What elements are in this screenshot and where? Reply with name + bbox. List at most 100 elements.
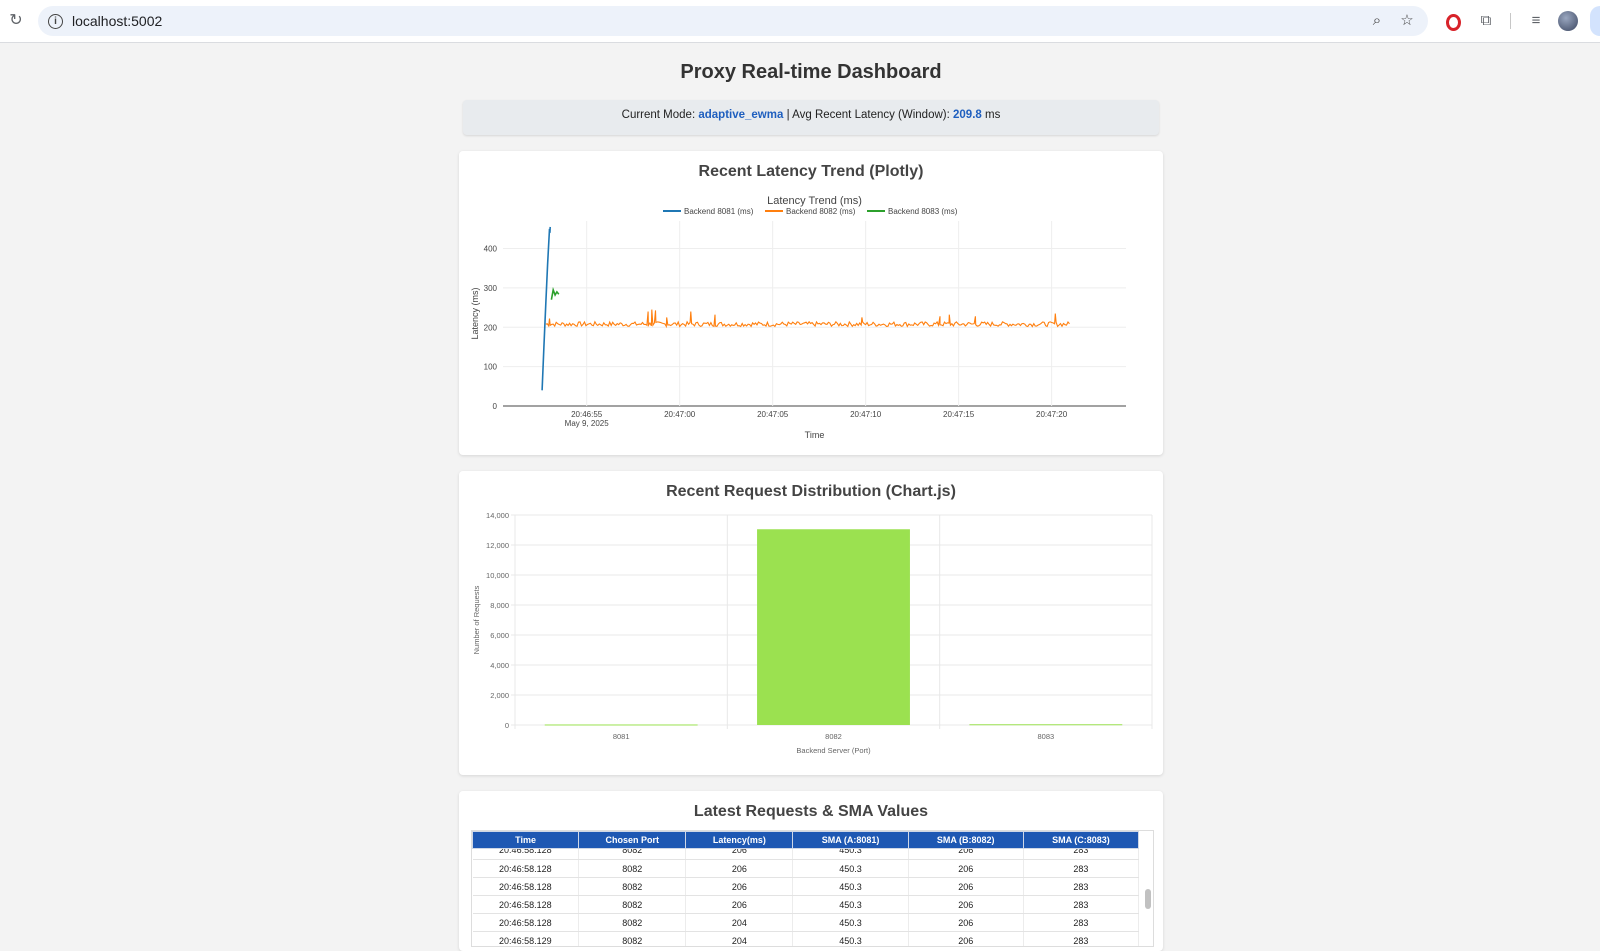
cell-sma-b: 206 [908, 931, 1024, 946]
mode-label: Current Mode: [621, 109, 696, 121]
cell-time: 20:46:58.128 [472, 913, 580, 932]
browser-toolbar: ↻ i localhost:5002 ⌕ ☆ ⧉ ≡ [0, 0, 1600, 43]
cell-sma-a: 450.3 [792, 848, 909, 860]
series-line-8081 [541, 226, 551, 391]
table-row: 20:46:58.128 8082 206 450.3 206 283 [472, 895, 1140, 914]
y-tick-label: 0 [505, 721, 509, 730]
x-tick-label: 20:47:20 [1036, 410, 1068, 419]
mode-value: adaptive_ewma [698, 109, 784, 121]
bar-8082 [757, 529, 910, 725]
url-text[interactable]: localhost:5002 [72, 13, 162, 29]
y-tick-label: 0 [493, 402, 498, 411]
x-tick-label: 20:47:10 [850, 410, 882, 419]
x-tick-label: 8081 [613, 732, 630, 741]
avg-latency-unit: ms [985, 109, 1001, 121]
cell-latency: 206 [685, 848, 794, 860]
legend-label: Backend 8082 (ms) [786, 207, 856, 216]
cell-latency: 206 [685, 895, 794, 914]
y-axis-title: Number of Requests [472, 585, 481, 654]
cell-sma-c: 283 [1023, 848, 1140, 860]
x-axis-title: Time [805, 430, 825, 440]
chart-title: Latency Trend (ms) [767, 195, 862, 207]
cell-sma-a: 450.3 [792, 913, 909, 932]
cell-sma-c: 283 [1023, 895, 1140, 914]
bar-8081 [544, 724, 698, 726]
x-tick-label: 20:47:00 [664, 410, 696, 419]
avg-latency-value: 209.8 [953, 109, 982, 121]
table-row: 20:46:58.128 8082 204 450.3 206 283 [472, 913, 1140, 932]
x-tick-label: 20:46:55 [571, 410, 603, 419]
requests-table: Time Chosen Port Latency(ms) SMA (A:8081… [472, 831, 1140, 946]
cell-sma-b: 206 [908, 859, 1024, 878]
requests-table-scroll[interactable]: Time Chosen Port Latency(ms) SMA (A:8081… [471, 830, 1154, 947]
cell-latency: 204 [685, 931, 794, 946]
cell-time: 20:46:58.128 [472, 848, 580, 860]
cell-sma-b: 206 [908, 895, 1024, 914]
cell-port: 8082 [578, 931, 687, 946]
cell-sma-c: 283 [1023, 877, 1140, 896]
cell-port: 8082 [578, 877, 687, 896]
col-time: Time [472, 831, 580, 849]
status-separator: | [786, 109, 790, 121]
legend-label: Backend 8081 (ms) [684, 207, 754, 216]
cell-sma-c: 283 [1023, 931, 1140, 946]
bar-8083 [969, 724, 1123, 726]
site-info-icon[interactable]: i [48, 14, 63, 29]
x-axis-title: Backend Server (Port) [796, 746, 871, 755]
cell-sma-c: 283 [1023, 859, 1140, 878]
table-card-heading: Latest Requests & SMA Values [693, 803, 929, 820]
distribution-chart[interactable]: 0 2,000 4,000 6,000 8,000 10,000 12,000 14,000 8… [459, 471, 1163, 775]
avg-latency-label: Avg Recent Latency (Window): [792, 109, 950, 121]
reload-icon[interactable]: ↻ [6, 11, 26, 31]
y-tick-label: 200 [484, 323, 498, 332]
cell-sma-c: 283 [1023, 913, 1140, 932]
x-tick-date-label: May 9, 2025 [565, 419, 610, 428]
y-tick-label: 4,000 [490, 661, 509, 670]
cell-port: 8082 [578, 913, 687, 932]
cell-sma-a: 450.3 [792, 931, 909, 946]
y-tick-label: 2,000 [490, 691, 509, 700]
y-tick-label: 400 [484, 245, 498, 254]
table-row: 20:46:58.128 8082 206 450.3 206 283 [472, 848, 1140, 860]
zoom-icon[interactable]: ⌕ [1368, 12, 1386, 30]
x-tick-label: 8083 [1037, 732, 1054, 741]
request-distribution-card: Recent Request Distribution (Chart.js) 0… [459, 471, 1163, 775]
cell-time: 20:46:58.129 [472, 931, 580, 946]
status-bar: Current Mode: adaptive_ewma | Avg Recent… [463, 100, 1159, 135]
cell-time: 20:46:58.128 [472, 895, 580, 914]
cell-port: 8082 [578, 859, 687, 878]
bookmark-star-icon[interactable]: ☆ [1398, 12, 1416, 30]
series-line-8082 [545, 309, 1070, 329]
table-row: 20:46:58.128 8082 206 450.3 206 283 [472, 877, 1140, 896]
cell-sma-a: 450.3 [792, 859, 909, 878]
cell-time: 20:46:58.128 [472, 859, 580, 878]
cell-sma-b: 206 [908, 913, 1024, 932]
x-tick-label: 20:47:05 [757, 410, 789, 419]
y-tick-label: 8,000 [490, 601, 509, 610]
table-scrollbar-thumb[interactable] [1145, 889, 1151, 909]
address-bar[interactable]: i localhost:5002 ⌕ ☆ [38, 6, 1428, 36]
cell-sma-a: 450.3 [792, 877, 909, 896]
latency-chart[interactable]: 0 100 200 300 400 20:46:55May 9, 2025 20:47:00… [459, 151, 1163, 455]
cell-latency: 206 [685, 859, 794, 878]
table-row: 20:46:58.129 8082 204 450.3 206 283 [472, 931, 1140, 946]
cell-sma-b: 206 [908, 848, 1024, 860]
x-tick-label: 8082 [825, 732, 842, 741]
extensions-puzzle-icon[interactable]: ⧉ [1476, 11, 1496, 31]
opera-extension-icon[interactable] [1446, 14, 1461, 31]
y-tick-label: 300 [484, 284, 498, 293]
y-tick-label: 6,000 [490, 631, 509, 640]
latency-trend-card: Recent Latency Trend (Plotly) 0 100 200 300… [459, 151, 1163, 455]
media-queue-icon[interactable]: ≡ [1526, 11, 1546, 31]
col-sma-a: SMA (A:8081) [792, 831, 909, 849]
cell-latency: 204 [685, 913, 794, 932]
table-header-row: Time Chosen Port Latency(ms) SMA (A:8081… [472, 831, 1140, 849]
side-panel-button[interactable] [1590, 6, 1600, 36]
toolbar-divider [1510, 13, 1511, 29]
cell-latency: 206 [685, 877, 794, 896]
profile-avatar[interactable] [1558, 11, 1578, 31]
y-tick-label: 12,000 [486, 541, 509, 550]
legend-label: Backend 8083 (ms) [888, 207, 958, 216]
latest-requests-card: Latest Requests & SMA Values Time Chosen… [459, 791, 1163, 951]
page-title: Proxy Real-time Dashboard [680, 61, 942, 83]
